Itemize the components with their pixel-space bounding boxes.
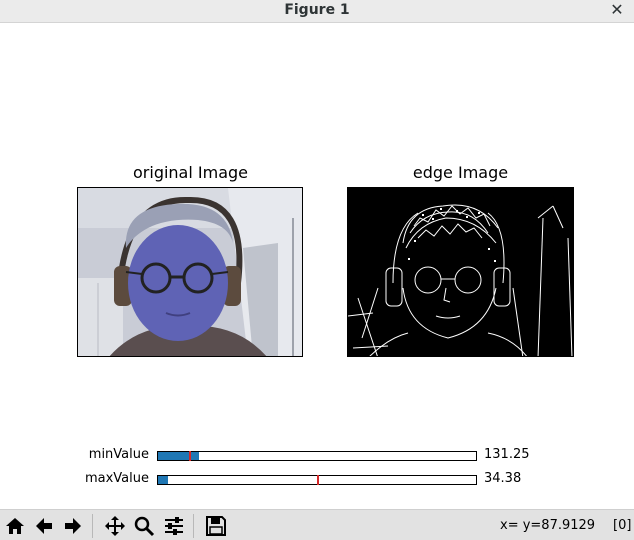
zoom-icon[interactable] bbox=[131, 513, 157, 539]
toolbar-separator bbox=[193, 514, 194, 538]
max-value-initial-marker bbox=[317, 475, 319, 485]
configure-subplots-icon[interactable] bbox=[161, 513, 187, 539]
pixel-value: [0] bbox=[613, 518, 632, 533]
back-arrow-icon[interactable] bbox=[31, 513, 57, 539]
max-value-readout: 34.38 bbox=[484, 471, 522, 486]
navigation-toolbar: x= y=87.9129 [0] bbox=[0, 509, 634, 540]
window-title: Figure 1 bbox=[284, 2, 350, 18]
figure-canvas[interactable]: original Image edge Image minValue 131.2… bbox=[0, 23, 634, 509]
forward-arrow-icon[interactable] bbox=[60, 513, 86, 539]
edge-map bbox=[348, 188, 573, 356]
save-icon[interactable] bbox=[203, 513, 229, 539]
min-value-readout: 131.25 bbox=[484, 447, 530, 462]
max-value-fill bbox=[158, 476, 168, 484]
max-value-label: maxValue bbox=[84, 471, 149, 486]
min-value-slider[interactable] bbox=[157, 451, 477, 461]
cursor-coordinates: x= y=87.9129 bbox=[500, 518, 596, 533]
home-icon[interactable] bbox=[2, 513, 28, 539]
original-image[interactable] bbox=[77, 187, 303, 357]
toolbar-separator bbox=[92, 514, 93, 538]
min-value-initial-marker bbox=[189, 451, 191, 461]
webcam-photo bbox=[78, 188, 302, 356]
edge-image[interactable] bbox=[347, 187, 574, 357]
original-image-title: original Image bbox=[133, 163, 248, 182]
min-value-fill bbox=[158, 452, 199, 460]
min-value-label: minValue bbox=[88, 447, 149, 462]
window-titlebar: Figure 1 ✕ bbox=[0, 0, 634, 23]
max-value-slider[interactable] bbox=[157, 475, 477, 485]
edge-image-title: edge Image bbox=[412, 163, 509, 182]
pan-icon[interactable] bbox=[102, 513, 128, 539]
close-icon[interactable]: ✕ bbox=[608, 1, 626, 19]
